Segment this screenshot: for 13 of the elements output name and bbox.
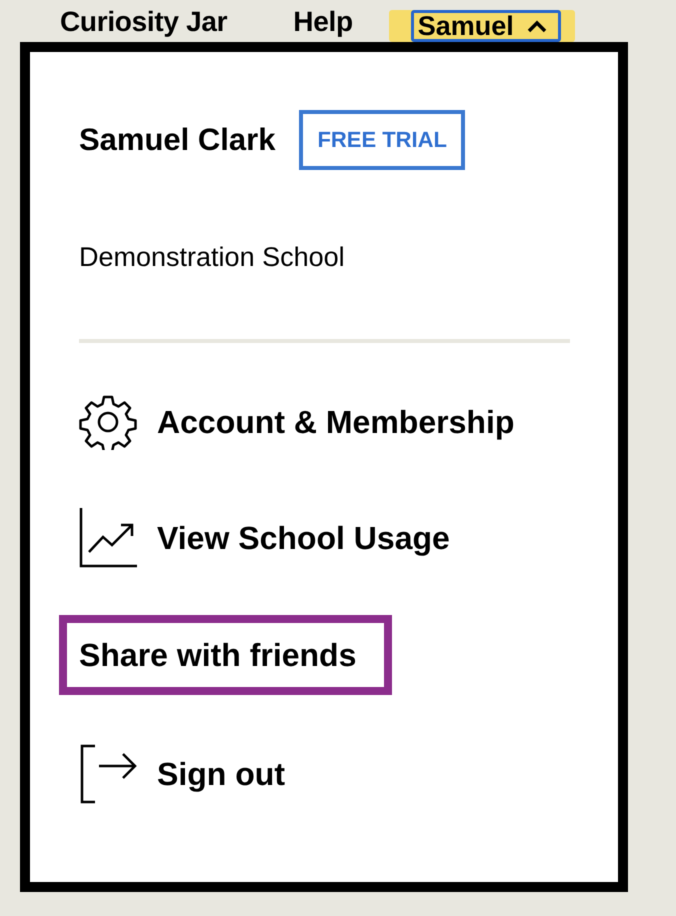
menu-item[interactable]: Account & Membership [79, 385, 618, 459]
nav-link[interactable]: Curiosity Jar [60, 6, 228, 38]
menu-item[interactable]: Share with friends [59, 615, 392, 695]
trial-badge: FREE TRIAL [299, 110, 465, 170]
menu-item[interactable]: Sign out [79, 737, 618, 811]
sign-out-icon [79, 744, 137, 804]
school-name: Demonstration School [78, 241, 346, 273]
caret-icon [526, 19, 548, 33]
chart-icon [79, 508, 137, 568]
nav-link[interactable]: Help [293, 6, 353, 38]
menu-item[interactable]: View School Usage [79, 501, 618, 575]
gear-icon [79, 394, 137, 450]
user-name: Samuel Clark [79, 122, 276, 158]
